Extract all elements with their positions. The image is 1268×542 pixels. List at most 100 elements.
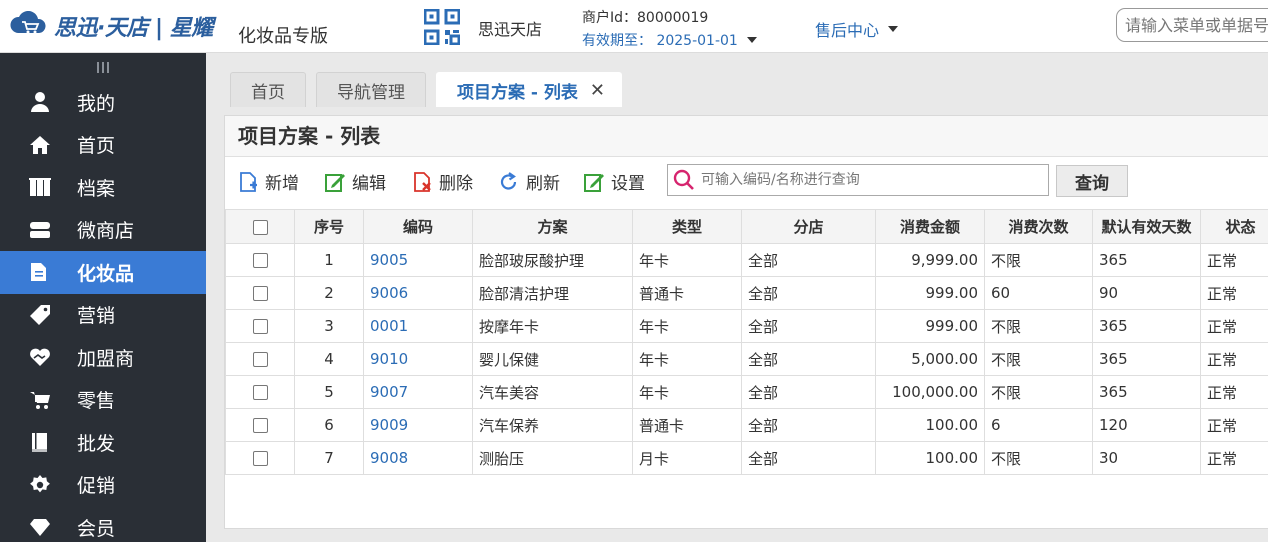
column-header[interactable]: 消费次数 bbox=[984, 209, 1093, 244]
query-input[interactable] bbox=[699, 171, 1048, 189]
row-select-cell[interactable] bbox=[225, 441, 295, 475]
sidebar-item-label: 会员 bbox=[77, 517, 116, 540]
after-sales-dropdown[interactable]: 售后中心 bbox=[815, 17, 899, 41]
tag-icon bbox=[30, 304, 50, 325]
table-row[interactable]: 5 9007 汽车美容 年卡 全部 100,000.00 不限 365 正常 bbox=[225, 375, 1268, 409]
sidebar-item-marketing[interactable]: 营销 bbox=[0, 294, 206, 337]
sidebar-item-micro-store[interactable]: 微商店 bbox=[0, 209, 206, 252]
sidebar-item-retail[interactable]: 零售 bbox=[0, 379, 206, 422]
settings-button[interactable]: 设置 bbox=[583, 169, 645, 194]
tab-navigation-management[interactable]: 导航管理 bbox=[316, 72, 426, 107]
column-header[interactable]: 类型 bbox=[632, 209, 742, 244]
refresh-button[interactable]: 刷新 bbox=[498, 169, 560, 194]
sidebar-collapse-handle[interactable] bbox=[0, 53, 206, 81]
sidebar-item-wholesale[interactable]: 批发 bbox=[0, 421, 206, 464]
status: 正常 bbox=[1200, 441, 1268, 475]
column-header[interactable]: 消费金额 bbox=[875, 209, 985, 244]
brand-logo[interactable]: 思迅·天店 | 星耀 bbox=[10, 10, 213, 42]
delete-file-icon bbox=[414, 171, 431, 192]
select-all-checkbox[interactable] bbox=[252, 219, 268, 235]
row-checkbox[interactable] bbox=[252, 253, 268, 268]
card-type: 普通卡 bbox=[632, 408, 742, 442]
query-field[interactable] bbox=[667, 164, 1049, 196]
plan-name: 脸部玻尿酸护理 bbox=[472, 243, 633, 277]
code-link[interactable]: 9005 bbox=[363, 243, 473, 277]
menu-search-input[interactable] bbox=[1116, 8, 1268, 42]
sidebar-item-mine[interactable]: 我的 bbox=[0, 81, 206, 124]
column-header[interactable]: 序号 bbox=[294, 209, 364, 244]
sidebar-item-franchisee[interactable]: 加盟商 bbox=[0, 336, 206, 379]
row-checkbox[interactable] bbox=[252, 451, 268, 466]
validity-text: 有效期至： 2025-01-01 bbox=[582, 33, 738, 49]
code-link[interactable]: 9006 bbox=[363, 276, 473, 310]
status: 正常 bbox=[1200, 342, 1268, 376]
card-type: 普通卡 bbox=[632, 276, 742, 310]
select-all-cell[interactable] bbox=[225, 209, 295, 244]
row-select-cell[interactable] bbox=[225, 342, 295, 376]
table-row[interactable]: 7 9008 测胎压 月卡 全部 100.00 不限 30 正常 bbox=[225, 441, 1268, 475]
code-link[interactable]: 9008 bbox=[363, 441, 473, 475]
column-header[interactable]: 方案 bbox=[472, 209, 633, 244]
merchant-id: 商户Id：80000019 bbox=[582, 10, 709, 26]
code-link[interactable]: 9007 bbox=[363, 375, 473, 409]
sidebar-item-member[interactable]: 会员 bbox=[0, 506, 206, 542]
table-row[interactable]: 6 9009 汽车保养 普通卡 全部 100.00 6 120 正常 bbox=[225, 408, 1268, 442]
row-checkbox[interactable] bbox=[252, 352, 268, 367]
chevron-down-icon bbox=[888, 26, 899, 32]
sidebar-item-cosmetics[interactable]: 化妆品 bbox=[0, 251, 206, 294]
table-row[interactable]: 2 9006 脸部清洁护理 普通卡 全部 999.00 60 90 正常 bbox=[225, 276, 1268, 310]
plan-name: 脸部清洁护理 bbox=[472, 276, 633, 310]
sidebar-item-label: 营销 bbox=[77, 305, 116, 328]
amount: 9,999.00 bbox=[875, 243, 985, 277]
table-row[interactable]: 1 9005 脸部玻尿酸护理 年卡 全部 9,999.00 不限 365 正常 bbox=[225, 243, 1268, 277]
usage-count: 60 bbox=[984, 276, 1093, 310]
tab-project-plan-list[interactable]: 项目方案 - 列表 ✕ bbox=[436, 72, 622, 107]
table-row[interactable]: 4 9010 婴儿保健 年卡 全部 5,000.00 不限 365 正常 bbox=[225, 342, 1268, 376]
sidebar-item-promotion[interactable]: 促销 bbox=[0, 464, 206, 507]
row-select-cell[interactable] bbox=[225, 276, 295, 310]
card-type: 年卡 bbox=[632, 375, 742, 409]
row-select-cell[interactable] bbox=[225, 408, 295, 442]
valid-days: 120 bbox=[1092, 408, 1201, 442]
sidebar-item-home[interactable]: 首页 bbox=[0, 124, 206, 167]
column-header[interactable]: 分店 bbox=[741, 209, 876, 244]
column-header[interactable]: 状态 bbox=[1200, 209, 1268, 244]
code-link[interactable]: 9009 bbox=[363, 408, 473, 442]
search-icon bbox=[673, 169, 694, 190]
sidebar-item-archive[interactable]: 档案 bbox=[0, 166, 206, 209]
store-icon bbox=[30, 221, 50, 238]
usage-count: 不限 bbox=[984, 243, 1093, 277]
validity-dropdown[interactable]: 有效期至： 2025-01-01 bbox=[582, 30, 757, 50]
row-number: 6 bbox=[294, 408, 364, 442]
row-number: 2 bbox=[294, 276, 364, 310]
code-link[interactable]: 0001 bbox=[363, 309, 473, 343]
row-select-cell[interactable] bbox=[225, 243, 295, 277]
edit-button[interactable]: 编辑 bbox=[324, 169, 386, 194]
page-tabs: 首页 导航管理 项目方案 - 列表 ✕ bbox=[230, 72, 632, 107]
column-header[interactable]: 默认有效天数 bbox=[1092, 209, 1201, 244]
code-link[interactable]: 9010 bbox=[363, 342, 473, 376]
plan-name: 婴儿保健 bbox=[472, 342, 633, 376]
delete-button[interactable]: 删除 bbox=[411, 169, 473, 194]
add-button[interactable]: 新增 bbox=[237, 169, 299, 194]
row-checkbox[interactable] bbox=[252, 418, 268, 433]
qr-code-icon[interactable] bbox=[424, 9, 460, 45]
main-area: 首页 导航管理 项目方案 - 列表 ✕ 项目方案 - 列表 新增 编辑 删除 刷 bbox=[206, 53, 1268, 542]
row-select-cell[interactable] bbox=[225, 309, 295, 343]
row-select-cell[interactable] bbox=[225, 375, 295, 409]
row-checkbox[interactable] bbox=[252, 319, 268, 334]
table-row[interactable]: 3 0001 按摩年卡 年卡 全部 999.00 不限 365 正常 bbox=[225, 309, 1268, 343]
sidebar-item-label: 化妆品 bbox=[77, 262, 135, 285]
row-checkbox[interactable] bbox=[252, 286, 268, 301]
sidebar-item-label: 首页 bbox=[77, 135, 116, 158]
tab-home[interactable]: 首页 bbox=[230, 72, 306, 107]
row-checkbox[interactable] bbox=[252, 385, 268, 400]
amount: 999.00 bbox=[875, 276, 985, 310]
query-button[interactable]: 查询 bbox=[1056, 165, 1128, 197]
close-icon[interactable]: ✕ bbox=[590, 80, 605, 101]
column-header[interactable]: 编码 bbox=[363, 209, 473, 244]
sidebar: 我的 首页 档案 微商店 化妆品 营销 加盟商 零售 批发 促销 会员 bbox=[0, 53, 206, 542]
user-icon bbox=[31, 92, 49, 113]
row-number: 1 bbox=[294, 243, 364, 277]
plan-name: 测胎压 bbox=[472, 441, 633, 475]
